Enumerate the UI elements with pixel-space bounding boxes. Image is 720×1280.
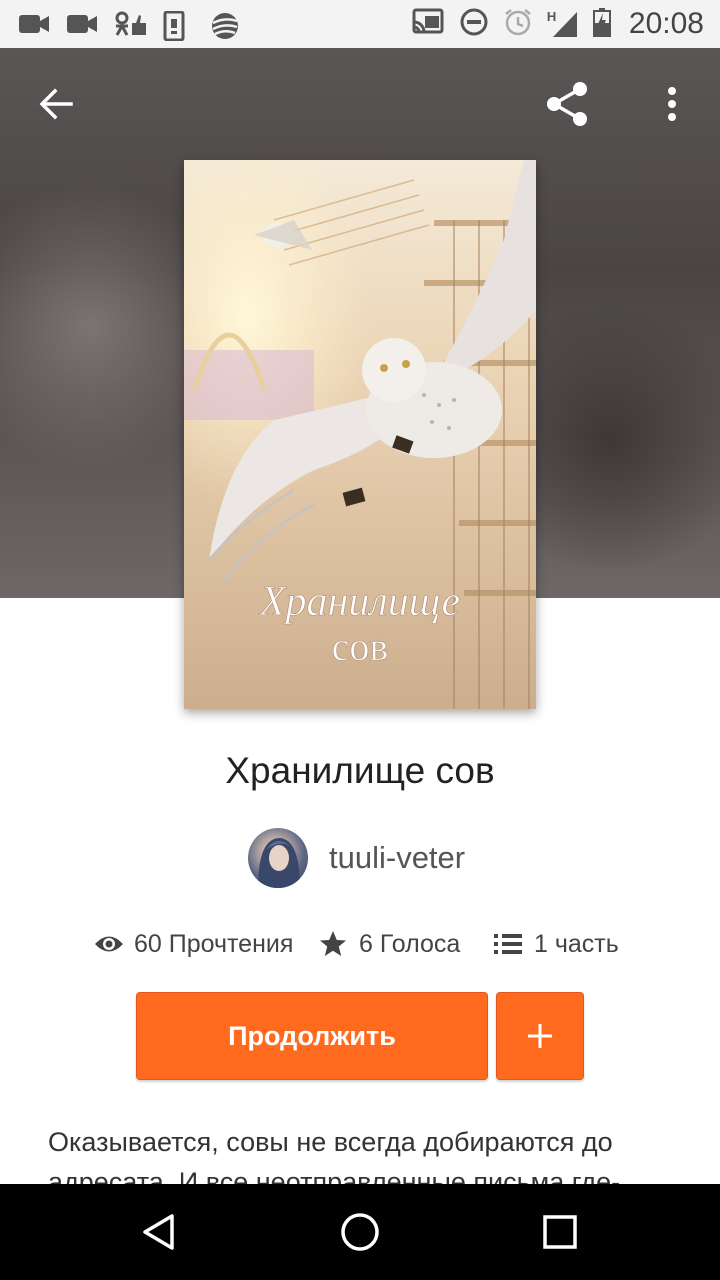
story-description: Оказывается, совы не всегда добираются д…: [48, 1122, 678, 1184]
parts-stat: 1 часть: [494, 922, 619, 966]
continue-reading-button[interactable]: Продолжить: [136, 992, 488, 1080]
cast-icon: [411, 8, 445, 41]
video-camera-icon: [66, 11, 97, 37]
system-nav-bar: [0, 1184, 720, 1280]
do-not-disturb-icon: [459, 7, 489, 42]
cover-title-line2: сов: [332, 624, 389, 669]
more-vertical-icon: [668, 87, 676, 121]
status-clock: 20:08: [628, 7, 704, 40]
battery-charging-icon: [592, 7, 611, 42]
arrow-left-icon: [39, 88, 73, 120]
story-cover-image[interactable]: Хранилище сов: [184, 160, 536, 709]
cover-title-line1: Хранилище: [258, 579, 460, 625]
plus-icon: [528, 1024, 552, 1048]
alarm-icon: [503, 7, 533, 42]
author-link[interactable]: tuuli-veter: [248, 828, 465, 888]
share-icon: [547, 82, 587, 126]
status-bar: H 20:08: [0, 0, 720, 48]
story-stats: 60 Прочтения 6 Голоса 1 часть: [0, 922, 720, 966]
signal-icon: H: [547, 9, 579, 39]
story-title: Хранилище сов: [225, 750, 495, 791]
odnoklassniki-icon: [114, 11, 146, 37]
circle-home-icon: [341, 1213, 379, 1251]
avatar[interactable]: [248, 828, 308, 888]
votes-stat: 6 Голоса: [319, 922, 460, 966]
back-button[interactable]: [26, 74, 86, 134]
reads-count: 60 Прочтения: [134, 929, 294, 958]
phone-vibrate-icon: [162, 10, 192, 42]
description-line: адресата. И все неотправленные письма гд…: [48, 1167, 621, 1184]
add-to-library-button[interactable]: [496, 992, 584, 1080]
more-options-button[interactable]: [642, 74, 702, 134]
nav-back-button[interactable]: [130, 1202, 190, 1262]
beeline-icon: [210, 11, 240, 39]
description-line: Оказывается, совы не всегда добираются д…: [48, 1127, 613, 1157]
triangle-back-icon: [143, 1214, 174, 1250]
list-icon: [494, 934, 522, 954]
star-icon: [320, 931, 346, 956]
eye-icon: [95, 936, 123, 952]
author-name[interactable]: tuuli-veter: [329, 840, 465, 876]
reads-stat: 60 Прочтения: [94, 922, 293, 966]
square-recents-icon: [543, 1215, 577, 1249]
video-camera-icon: [18, 11, 49, 37]
votes-count: 6 Голоса: [359, 929, 461, 958]
nav-recents-button[interactable]: [530, 1202, 590, 1262]
nav-home-button[interactable]: [330, 1202, 390, 1262]
parts-count: 1 часть: [534, 929, 619, 958]
share-button[interactable]: [537, 74, 597, 134]
